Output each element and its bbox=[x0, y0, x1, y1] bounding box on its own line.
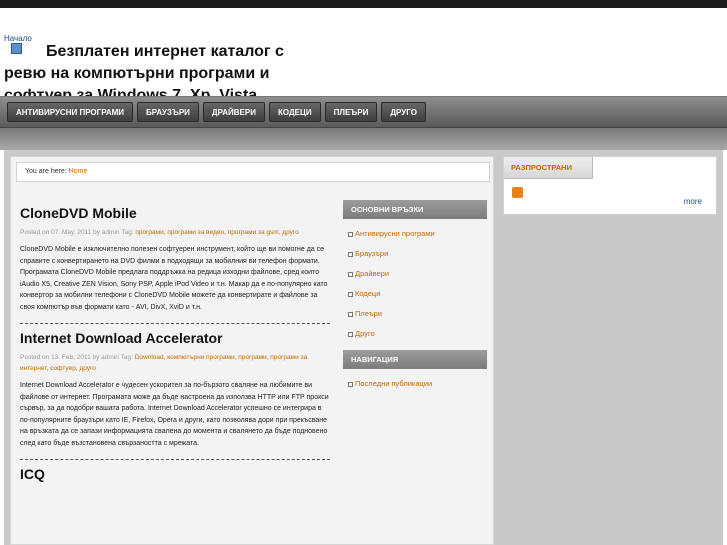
sidebar-link-players[interactable]: Плеъри bbox=[348, 304, 487, 324]
post: CloneDVD Mobile Posted on 07. May, 2011 … bbox=[20, 205, 330, 313]
share-box: РАЗПРОСТРАНИ more bbox=[503, 156, 717, 215]
post-meta: Posted on 07. May, 2011 by admin Tag: пр… bbox=[20, 227, 330, 238]
post: Internet Download Accelerator Posted on … bbox=[20, 330, 330, 449]
nav-other[interactable]: ДРУГО bbox=[381, 102, 426, 122]
post-date: Posted on 13. Feb, 2011 by admin bbox=[20, 354, 119, 361]
nav-antivirus[interactable]: АНТИВИРУСНИ ПРОГРАМИ bbox=[7, 102, 134, 122]
post-tag-label: Tag: bbox=[120, 354, 133, 361]
sidebar-heading: НАВИГАЦИЯ bbox=[343, 350, 487, 369]
sidebar-link-antivirus[interactable]: Антивирусни програми bbox=[348, 224, 487, 244]
nav-drivers[interactable]: ДРАЙВЕРИ bbox=[202, 102, 265, 122]
header-separator bbox=[0, 128, 727, 150]
sidebar-link-drivers[interactable]: Драйвери bbox=[348, 264, 487, 284]
share-tab[interactable]: РАЗПРОСТРАНИ bbox=[504, 157, 593, 179]
sidebar-link-browsers[interactable]: Браузъри bbox=[348, 244, 487, 264]
post-title[interactable]: ICQ bbox=[20, 466, 330, 482]
sidebar-heading: ОСНОВНИ ВРЪЗКИ bbox=[343, 200, 487, 219]
post: ICQ bbox=[20, 466, 330, 482]
sidebar-link-recent-posts[interactable]: Последни публикации bbox=[348, 374, 487, 394]
header: Начало Безплатен интернет каталог с ревю… bbox=[0, 8, 727, 104]
sidebar-nav-links: Последни публикации bbox=[343, 369, 487, 400]
sidebar-links: Антивирусни програми Браузъри Драйвери К… bbox=[343, 219, 487, 350]
top-bar bbox=[0, 0, 727, 8]
rss-icon[interactable] bbox=[512, 187, 523, 198]
post-body: CloneDVD Mobile е изключително полезен с… bbox=[20, 246, 328, 311]
post-tags[interactable]: програми, програми за видео, програми за… bbox=[135, 229, 298, 236]
nav-codecs[interactable]: КОДЕЦИ bbox=[268, 102, 321, 122]
post-tag-label: Tag: bbox=[121, 229, 134, 236]
post-divider bbox=[20, 459, 330, 460]
content-area: You are here: Home CloneDVD Mobile Poste… bbox=[10, 156, 494, 545]
breadcrumb-home-link[interactable]: Home bbox=[69, 168, 88, 175]
nav-players[interactable]: ПЛЕЪРИ bbox=[324, 102, 378, 122]
post-body: Internet Download Accelerator е чудесен … bbox=[20, 382, 329, 447]
post-list: CloneDVD Mobile Posted on 07. May, 2011 … bbox=[20, 205, 330, 492]
more-link[interactable]: more bbox=[684, 197, 702, 206]
nav-browsers[interactable]: БРАУЗЪРИ bbox=[137, 102, 199, 122]
breadcrumb: You are here: Home bbox=[16, 162, 490, 182]
page-body: You are here: Home CloneDVD Mobile Poste… bbox=[4, 150, 723, 545]
main-links-sidebar: ОСНОВНИ ВРЪЗКИ Антивирусни програми Брау… bbox=[343, 200, 487, 400]
main-nav: АНТИВИРУСНИ ПРОГРАМИ БРАУЗЪРИ ДРАЙВЕРИ К… bbox=[0, 96, 727, 128]
post-title[interactable]: CloneDVD Mobile bbox=[20, 205, 330, 221]
post-divider bbox=[20, 323, 330, 324]
breadcrumb-prefix: You are here: bbox=[25, 168, 67, 175]
sidebar-link-other[interactable]: Друго bbox=[348, 324, 487, 344]
sidebar-link-codecs[interactable]: Кодеци bbox=[348, 284, 487, 304]
post-title[interactable]: Internet Download Accelerator bbox=[20, 330, 330, 346]
post-meta: Posted on 13. Feb, 2011 by admin Tag: Do… bbox=[20, 352, 330, 374]
post-date: Posted on 07. May, 2011 by admin bbox=[20, 229, 120, 236]
